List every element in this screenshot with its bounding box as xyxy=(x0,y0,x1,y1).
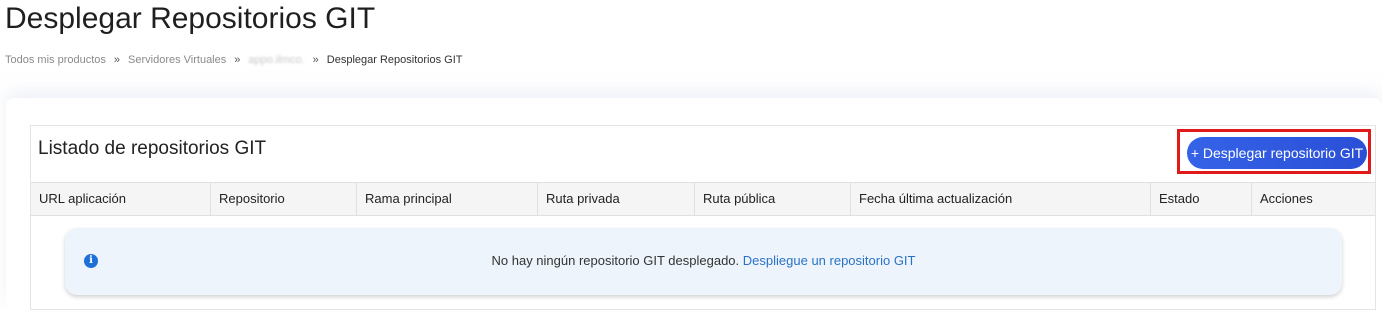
list-title: Listado de repositorios GIT xyxy=(38,138,267,159)
column-rama-principal: Rama principal xyxy=(357,183,538,215)
breadcrumb-separator: » xyxy=(312,54,319,66)
breadcrumb-item-current: Desplegar Repositorios GIT xyxy=(326,54,463,66)
deploy-repository-button[interactable]: + Desplegar repositorio GIT xyxy=(1187,137,1367,169)
empty-state-text: No hay ningún repositorio GIT desplegado… xyxy=(65,253,1342,268)
breadcrumb-item-virtual-servers[interactable]: Servidores Virtuales xyxy=(128,54,226,66)
breadcrumb-item-products[interactable]: Todos mis productos xyxy=(5,54,106,66)
column-estado: Estado xyxy=(1151,183,1252,215)
breadcrumb-item-server[interactable]: appo.ilmco. xyxy=(248,54,304,66)
breadcrumb-separator: » xyxy=(234,54,241,66)
page: Desplegar Repositorios GIT Todos mis pro… xyxy=(0,0,1382,310)
deploy-repository-link[interactable]: Despliegue un repositorio GIT xyxy=(743,253,916,268)
table-header: URL aplicación Repositorio Rama principa… xyxy=(31,182,1375,216)
column-repositorio: Repositorio xyxy=(211,183,357,215)
column-fecha-actualizacion: Fecha última actualización xyxy=(851,183,1151,215)
column-ruta-privada: Ruta privada xyxy=(538,183,695,215)
page-title: Desplegar Repositorios GIT xyxy=(5,2,376,35)
empty-state-alert: i No hay ningún repositorio GIT desplega… xyxy=(65,228,1342,295)
empty-state-message: No hay ningún repositorio GIT desplegado… xyxy=(491,253,740,268)
column-url-aplicacion: URL aplicación xyxy=(31,183,211,215)
column-ruta-publica: Ruta pública xyxy=(695,183,851,215)
breadcrumb: Todos mis productos » Servidores Virtual… xyxy=(5,54,463,66)
breadcrumb-separator: » xyxy=(113,54,121,66)
column-acciones: Acciones xyxy=(1260,191,1313,206)
